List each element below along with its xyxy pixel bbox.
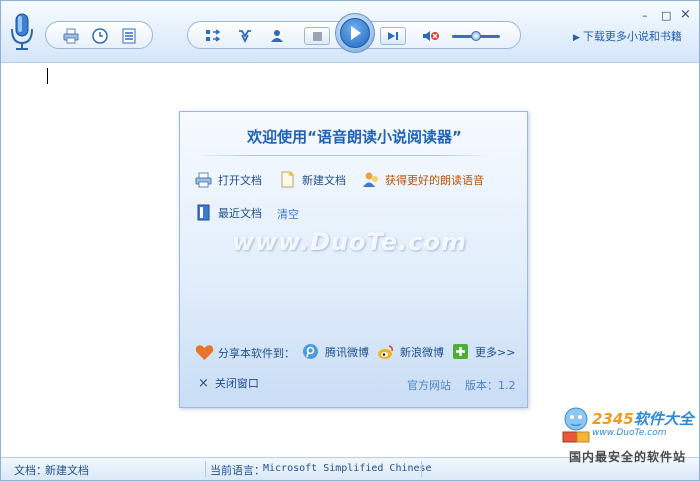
play-icon — [351, 26, 361, 40]
volume-knob[interactable] — [471, 31, 481, 41]
new-document-label: 新建文档 — [302, 173, 346, 187]
new-document-icon — [281, 171, 294, 188]
language-label: 当前语言： — [210, 464, 265, 477]
maximize-button[interactable]: □ — [661, 9, 671, 22]
get-better-voices-button[interactable]: 获得更好的朗读语音 — [362, 171, 484, 188]
user-icon[interactable] — [268, 27, 286, 45]
get-better-voices-label: 获得更好的朗读语音 — [385, 173, 484, 187]
open-document-button[interactable]: 打开文档 — [195, 171, 262, 188]
switch-icon[interactable] — [204, 27, 222, 45]
logo-number-text: 2345 — [592, 410, 634, 428]
language-value: Microsoft Simplified Chinese — [263, 463, 432, 474]
clear-recent-link[interactable]: 清空 — [277, 206, 299, 222]
welcome-dialog: 欢迎使用“语音朗读小说阅读器” 打开文档 新建文档 获得更好的朗读语音 最近文档… — [179, 111, 528, 408]
play-button[interactable] — [335, 13, 375, 53]
tencent-weibo-icon — [303, 344, 318, 359]
toolbar: – □ × ▶ 下载更多小说和书籍 — [1, 1, 699, 63]
microphone-icon[interactable] — [10, 13, 34, 51]
volume-slider[interactable] — [452, 31, 500, 41]
stop-button[interactable] — [304, 27, 330, 45]
dialog-title: 欢迎使用“语音朗读小说阅读器” — [247, 128, 462, 146]
recent-documents-label: 最近文档 — [218, 206, 262, 220]
close-window-button[interactable]: × 关闭窗口 — [198, 375, 259, 391]
clock-icon[interactable] — [91, 27, 109, 45]
text-caret — [47, 68, 48, 84]
stop-icon — [312, 31, 322, 41]
share-tencent-weibo-label: 腾讯微博 — [325, 345, 369, 359]
share-more-label: 更多>> — [475, 345, 516, 359]
share-tencent-weibo-button[interactable]: 腾讯微博 — [302, 343, 369, 360]
download-more-label: 下载更多小说和书籍 — [582, 30, 682, 43]
triangle-right-icon: ▶ — [573, 33, 580, 43]
close-button[interactable]: × — [680, 7, 691, 22]
watermark: www.DuoTe.com — [232, 228, 467, 256]
sina-weibo-icon — [378, 345, 393, 359]
status-divider — [205, 461, 206, 477]
file-toolbar-group — [45, 21, 153, 49]
official-website-link[interactable]: 官方网站 — [407, 377, 451, 393]
site-logo-watermark: 2345软件大全 www.DuoTe.com 国内最安全的软件站 — [561, 406, 700, 466]
app-window: – □ × ▶ 下载更多小说和书籍 欢迎使用“语音朗读小说阅读器” 打开文档 新建… — [0, 0, 700, 481]
next-icon — [388, 32, 398, 40]
plus-icon — [453, 344, 468, 359]
print-icon — [195, 172, 212, 188]
new-document-button[interactable]: 新建文档 — [279, 171, 346, 188]
list-icon[interactable] — [120, 27, 138, 45]
mascot-icon — [562, 407, 590, 443]
recent-documents-button[interactable]: 最近文档 — [195, 204, 262, 221]
close-window-label: 关闭窗口 — [214, 377, 259, 390]
share-label: 分享本软件到： — [218, 347, 295, 360]
document-label: 文档： — [14, 464, 47, 477]
document-name: 新建文档 — [45, 464, 89, 477]
open-document-label: 打开文档 — [218, 173, 262, 187]
playback-toolbar-group — [187, 13, 521, 53]
heart-icon — [195, 345, 214, 360]
logo-url: www.DuoTe.com — [592, 428, 667, 438]
logo-brand-text: 软件大全 — [633, 410, 694, 428]
print-icon[interactable] — [62, 27, 80, 45]
share-more-button[interactable]: 更多>> — [452, 343, 515, 360]
share-sina-weibo-button[interactable]: 新浪微博 — [377, 343, 444, 360]
version-label: 版本：1.2 — [465, 379, 516, 392]
status-divider — [421, 461, 422, 477]
share-sina-weibo-label: 新浪微博 — [400, 345, 444, 359]
minimize-button[interactable]: – — [642, 9, 648, 22]
download-more-link[interactable]: ▶ 下载更多小说和书籍 — [573, 28, 682, 44]
voice-icon[interactable] — [236, 27, 254, 45]
mute-icon[interactable] — [422, 27, 440, 45]
divider — [196, 155, 492, 156]
book-icon — [197, 204, 210, 221]
next-button[interactable] — [380, 27, 406, 45]
logo-slogan: 国内最安全的软件站 — [569, 450, 687, 464]
user-group-icon — [363, 172, 378, 187]
close-icon: × — [198, 375, 209, 391]
logo-number: 2345软件大全 — [592, 408, 694, 429]
